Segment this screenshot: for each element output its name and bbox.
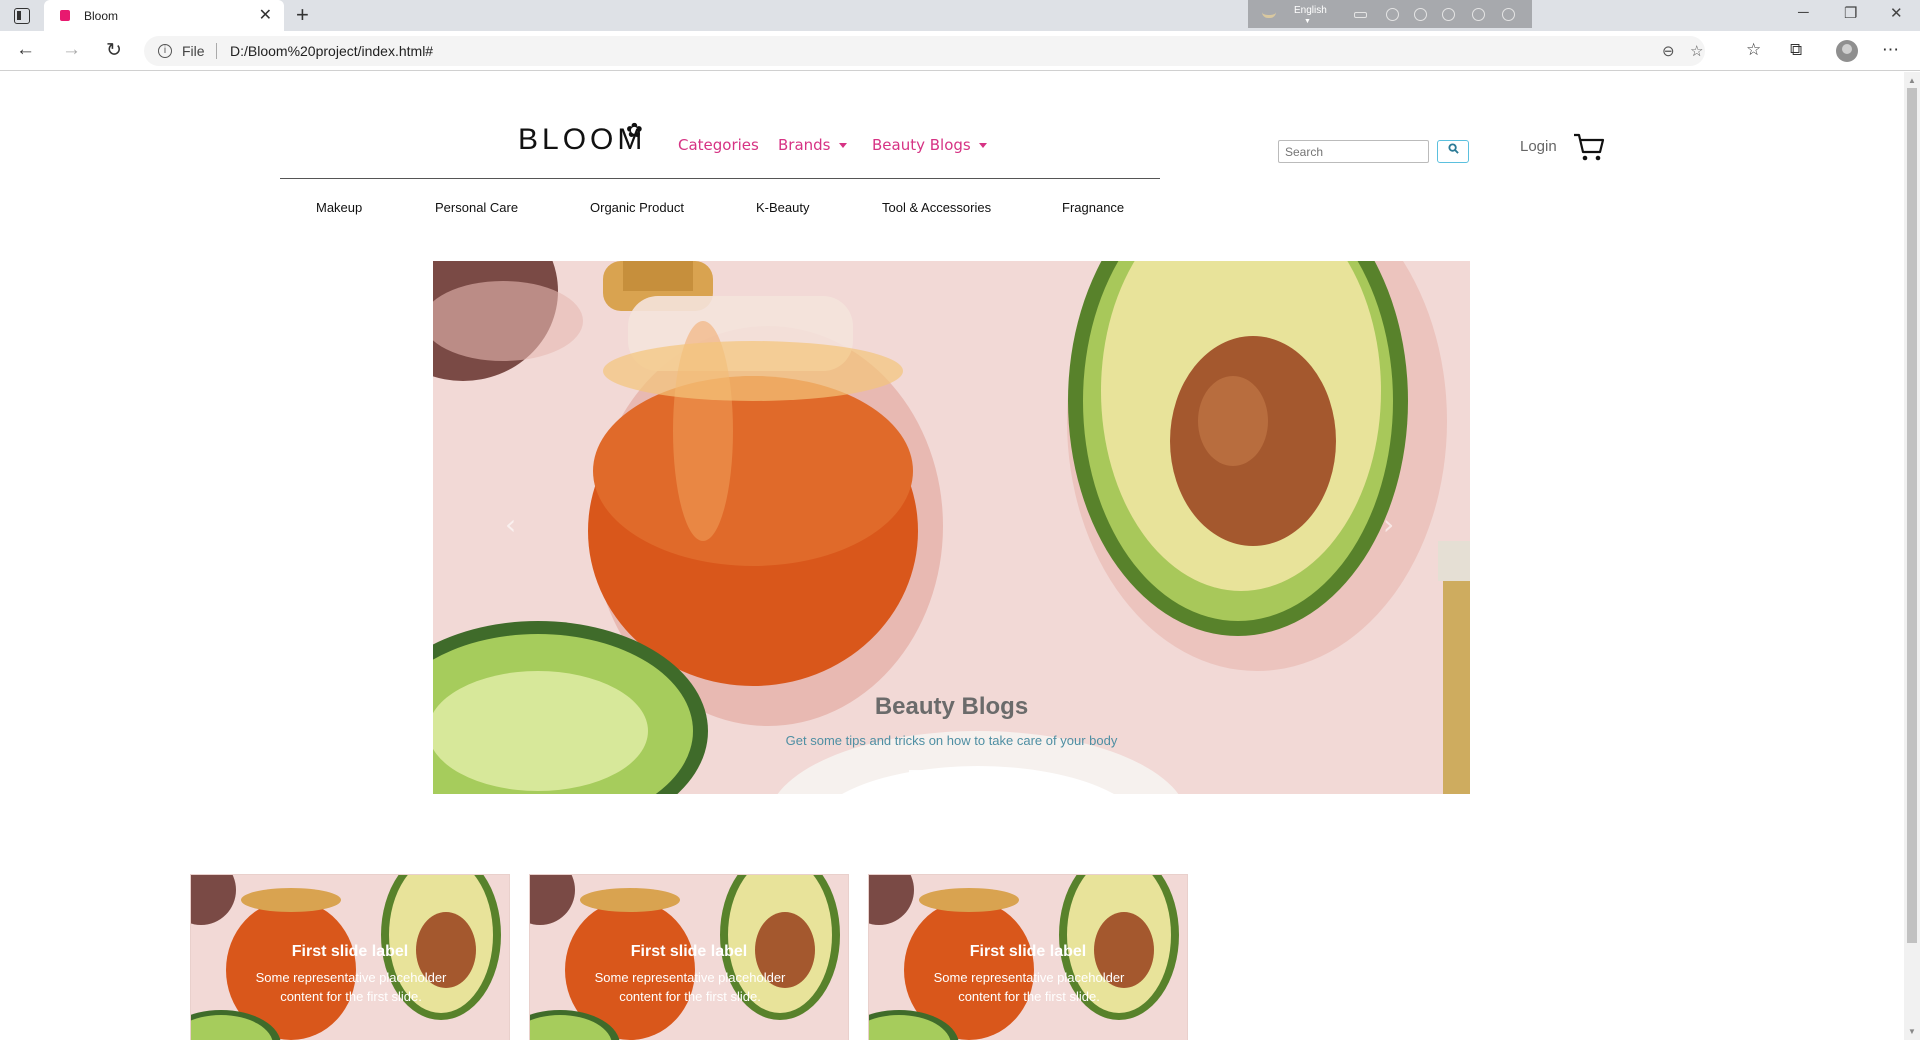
browser-tabstrip: Bloom ✕ + English ▼ ─ ❐ ✕: [0, 0, 1920, 31]
nav-brands-label: Brands: [778, 136, 831, 154]
zoom-out-icon[interactable]: ⊖: [1662, 42, 1675, 60]
carousel-indicator-3[interactable]: [977, 770, 1003, 773]
ime-logo-icon: [1262, 8, 1276, 18]
category-makeup[interactable]: Makeup: [316, 200, 362, 215]
nav-brands-dropdown[interactable]: Brands: [778, 136, 847, 154]
card-text: Some representative placeholder content …: [594, 970, 786, 1004]
gear-icon[interactable]: [1414, 8, 1427, 21]
nav-categories-link[interactable]: Categories: [678, 136, 759, 154]
category-organic-product[interactable]: Organic Product: [590, 200, 684, 215]
card-title: First slide label: [969, 943, 1087, 960]
refresh-icon[interactable]: ↻: [106, 39, 122, 62]
brush-icon[interactable]: [1386, 8, 1399, 21]
info-icon[interactable]: i: [158, 44, 172, 58]
page-scrollbar[interactable]: ▲ ▼: [1904, 72, 1920, 1040]
carousel-indicators: [909, 770, 1009, 773]
back-arrow-icon[interactable]: ←: [16, 39, 35, 61]
header-divider: [280, 178, 1160, 179]
profile-avatar[interactable]: [1836, 40, 1858, 62]
tab-actions-icon[interactable]: [14, 8, 30, 24]
category-k-beauty[interactable]: K-Beauty: [756, 200, 809, 215]
scrollbar-thumb[interactable]: [1907, 88, 1917, 943]
info-icon[interactable]: [1502, 8, 1515, 21]
card-text: Some representative placeholder content …: [933, 970, 1125, 1004]
favicon-icon: [60, 10, 70, 21]
language-bar[interactable]: English ▼: [1248, 0, 1532, 28]
close-window-icon[interactable]: ✕: [1890, 4, 1903, 22]
carousel-caption-title: Beauty Blogs: [874, 693, 1029, 720]
cart-icon[interactable]: [1573, 132, 1605, 162]
help-icon[interactable]: [1472, 8, 1485, 21]
chevron-down-icon: ▼: [1304, 18, 1311, 25]
blog-card[interactable]: First slide label Some representative pl…: [190, 874, 510, 1040]
caret-down-icon: [978, 143, 987, 148]
language-label[interactable]: English: [1294, 5, 1327, 16]
omnibox-divider: [216, 43, 217, 59]
card-title: First slide label: [630, 943, 748, 960]
new-tab-button[interactable]: +: [296, 2, 309, 28]
carousel-prev-icon[interactable]: ‹: [505, 508, 516, 541]
collections-icon[interactable]: ⧉: [1790, 40, 1802, 60]
carousel-indicator-1[interactable]: [909, 770, 935, 773]
minimize-icon[interactable]: ─: [1798, 4, 1809, 21]
restore-icon[interactable]: ❐: [1844, 4, 1857, 22]
scroll-up-icon[interactable]: ▲: [1908, 76, 1916, 85]
url-text[interactable]: D:/Bloom%20project/index.html#: [230, 43, 433, 59]
blog-card[interactable]: First slide label Some representative pl…: [868, 874, 1188, 1040]
category-tools-accessories[interactable]: Tool & Accessories: [882, 200, 991, 215]
category-fragnance[interactable]: Fragnance: [1062, 200, 1124, 215]
nav-blogs-dropdown[interactable]: Beauty Blogs: [872, 136, 987, 154]
nav-blogs-label: Beauty Blogs: [872, 136, 971, 154]
file-label: File: [182, 43, 205, 59]
card-text: Some representative placeholder content …: [255, 970, 447, 1004]
keyboard-icon[interactable]: [1354, 12, 1367, 18]
search-icon: [1447, 143, 1459, 154]
search-button[interactable]: [1437, 140, 1469, 163]
search-input[interactable]: [1278, 140, 1429, 163]
web-page: BLOOM ✿ Categories Brands Beauty Blogs L…: [0, 72, 1904, 1040]
hero-carousel[interactable]: ‹ › Beauty Blogs Get some tips and trick…: [433, 261, 1470, 794]
login-link[interactable]: Login: [1520, 138, 1557, 155]
favorites-icon[interactable]: ☆: [1746, 40, 1761, 60]
scroll-down-icon[interactable]: ▼: [1908, 1027, 1916, 1036]
forward-arrow-icon[interactable]: →: [62, 39, 81, 61]
add-favorite-icon[interactable]: ☆: [1690, 42, 1703, 60]
tab-title: Bloom: [84, 9, 119, 23]
carousel-indicator-2[interactable]: [943, 770, 969, 773]
caret-down-icon: [838, 143, 847, 148]
blog-card[interactable]: First slide label Some representative pl…: [529, 874, 849, 1040]
address-bar[interactable]: i File D:/Bloom%20project/index.html# ⊖ …: [144, 36, 1705, 66]
card-title: First slide label: [291, 943, 409, 960]
close-tab-icon[interactable]: ✕: [259, 5, 272, 25]
carousel-caption-text: Get some tips and tricks on how to take …: [785, 733, 1118, 748]
butterfly-icon: ✿: [626, 120, 643, 142]
browser-tab[interactable]: Bloom ✕: [44, 0, 284, 31]
more-menu-icon[interactable]: ⋯: [1882, 40, 1899, 60]
address-row: ← → ↻ i File D:/Bloom%20project/index.ht…: [0, 31, 1920, 71]
carousel-next-icon[interactable]: ›: [1383, 508, 1394, 541]
pen-icon[interactable]: [1442, 8, 1455, 21]
category-personal-care[interactable]: Personal Care: [435, 200, 518, 215]
